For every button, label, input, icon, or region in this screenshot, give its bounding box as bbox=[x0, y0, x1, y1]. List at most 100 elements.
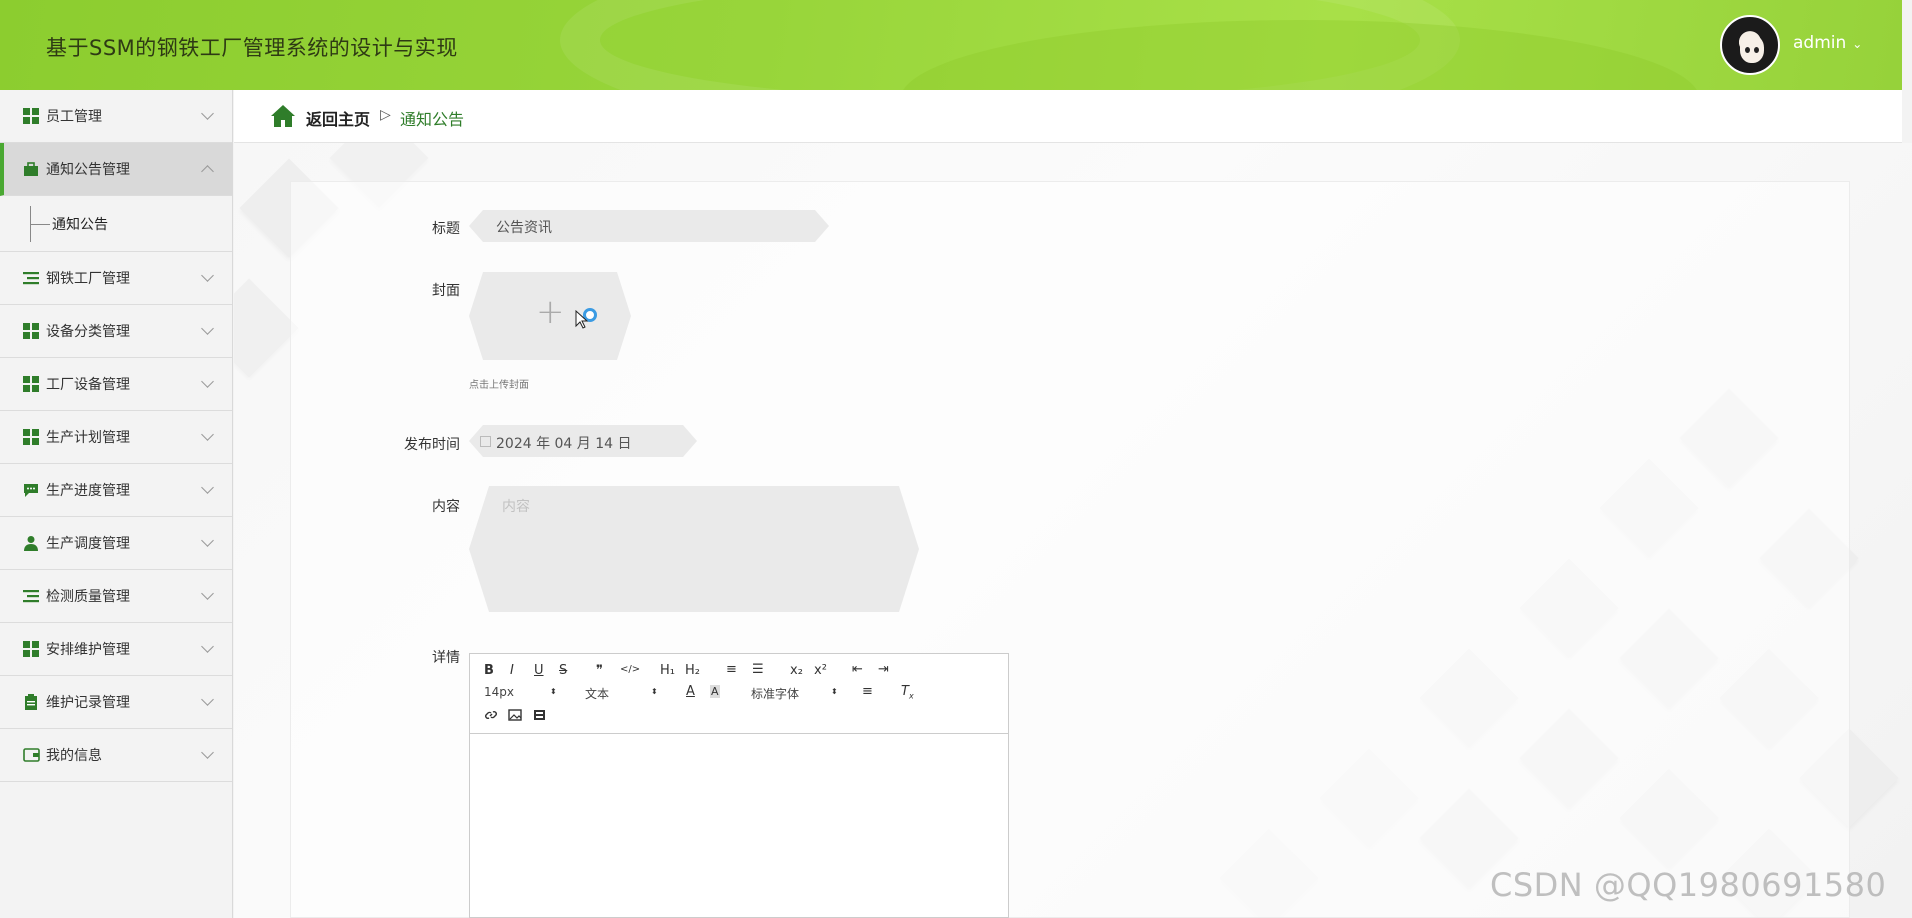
grid-icon bbox=[22, 428, 40, 446]
sidebar-subitem-label: 通知公告 bbox=[52, 216, 108, 233]
wallet-icon bbox=[22, 746, 40, 764]
breadcrumb-home-link[interactable]: 返回主页 bbox=[306, 106, 370, 130]
sidebar-item-label: 员工管理 bbox=[46, 109, 102, 125]
sidebar-item-device-category[interactable]: 设备分类管理 bbox=[0, 305, 232, 358]
indent-button[interactable]: ⇥ bbox=[878, 662, 889, 677]
chevron-down-icon bbox=[201, 481, 214, 494]
font-family-select[interactable]: 标准字体 ⬍ bbox=[751, 685, 838, 702]
chevron-down-icon: ⌄ bbox=[1852, 37, 1863, 51]
bold-button[interactable]: B bbox=[484, 663, 494, 678]
grid-icon bbox=[22, 107, 40, 125]
image-icon[interactable] bbox=[508, 709, 522, 721]
username: admin bbox=[1793, 33, 1847, 53]
chevron-down-icon bbox=[201, 375, 214, 388]
sidebar-item-label: 检测质量管理 bbox=[46, 589, 130, 605]
background-color-icon[interactable]: A bbox=[710, 685, 720, 698]
grid-icon bbox=[22, 375, 40, 393]
chevron-down-icon bbox=[201, 640, 214, 653]
chevron-down-icon bbox=[201, 587, 214, 600]
chat-icon bbox=[22, 481, 40, 499]
cover-label: 封面 bbox=[432, 283, 460, 299]
calendar-icon bbox=[480, 436, 491, 447]
sidebar-item-quality[interactable]: 检测质量管理 bbox=[0, 570, 232, 623]
title-input-value: 公告资讯 bbox=[496, 220, 552, 236]
home-icon[interactable] bbox=[270, 104, 296, 128]
editor-toolbar: B I U S ❞ </> H₁ H₂ ≡ ☰ x₂ x² ⇤ ⇥ 14px ⬍ … bbox=[470, 654, 1008, 734]
chevron-down-icon bbox=[201, 269, 214, 282]
sidebar-item-my-info[interactable]: 我的信息 bbox=[0, 729, 232, 782]
sidebar-item-production-progress[interactable]: 生产进度管理 bbox=[0, 464, 232, 517]
superscript-button[interactable]: x² bbox=[814, 663, 827, 678]
chevron-down-icon bbox=[201, 534, 214, 547]
sidebar-item-label: 通知公告管理 bbox=[46, 162, 130, 178]
sidebar-subitem-notice[interactable]: 通知公告 bbox=[0, 196, 232, 252]
chevron-down-icon bbox=[201, 428, 214, 441]
sidebar-item-production-dispatch[interactable]: 生产调度管理 bbox=[0, 517, 232, 570]
italic-button[interactable]: I bbox=[510, 663, 514, 678]
list-icon bbox=[22, 587, 40, 605]
header-select[interactable]: 文本 ⬍ bbox=[585, 685, 658, 702]
content-placeholder: 内容 bbox=[502, 499, 530, 515]
clear-format-icon[interactable]: Tx bbox=[901, 684, 914, 701]
top-header: 基于SSM的钢铁工厂管理系统的设计与实现 admin ⌄ bbox=[0, 0, 1902, 90]
breadcrumb-separator: ▷ bbox=[380, 107, 391, 123]
align-icon[interactable]: ≡ bbox=[862, 684, 873, 699]
chevron-down-icon bbox=[201, 107, 214, 120]
video-icon[interactable] bbox=[533, 709, 546, 721]
grid-icon bbox=[22, 640, 40, 658]
font-size-select[interactable]: 14px ⬍ bbox=[484, 685, 557, 699]
date-value: 2024 年 04 月 14 日 bbox=[496, 436, 632, 452]
sidebar-item-label: 生产调度管理 bbox=[46, 536, 130, 552]
grid-icon bbox=[22, 322, 40, 340]
subscript-button[interactable]: x₂ bbox=[790, 663, 803, 678]
sidebar-item-factory-device[interactable]: 工厂设备管理 bbox=[0, 358, 232, 411]
watermark: CSDN @QQ1980691580 bbox=[1490, 866, 1887, 904]
outdent-button[interactable]: ⇤ bbox=[852, 662, 863, 677]
app-title: 基于SSM的钢铁工厂管理系统的设计与实现 bbox=[46, 36, 458, 60]
blockquote-button[interactable]: ❞ bbox=[596, 663, 603, 678]
sidebar-item-employee[interactable]: 员工管理 bbox=[0, 90, 232, 143]
plus-icon: + bbox=[536, 292, 565, 332]
ordered-list-button[interactable]: ≡ bbox=[726, 662, 737, 677]
sidebar-item-label: 设备分类管理 bbox=[46, 324, 130, 340]
cursor-icon bbox=[575, 310, 589, 329]
link-icon[interactable] bbox=[484, 708, 498, 722]
user-menu[interactable]: admin ⌄ bbox=[1793, 33, 1862, 53]
chevron-down-icon bbox=[201, 746, 214, 759]
font-color-icon[interactable]: A bbox=[686, 684, 695, 699]
sidebar-item-label: 生产进度管理 bbox=[46, 483, 130, 499]
cover-hint: 点击上传封面 bbox=[469, 380, 529, 391]
sidebar-item-factory[interactable]: 钢铁工厂管理 bbox=[0, 252, 232, 305]
detail-label: 详情 bbox=[432, 650, 460, 666]
code-button[interactable]: </> bbox=[620, 664, 640, 675]
breadcrumb-current: 通知公告 bbox=[400, 110, 465, 129]
title-label: 标题 bbox=[432, 221, 460, 237]
sidebar-item-notice[interactable]: 通知公告管理 bbox=[0, 143, 232, 196]
date-label: 发布时间 bbox=[404, 437, 460, 453]
briefcase-icon bbox=[22, 160, 40, 178]
sidebar-item-label: 维护记录管理 bbox=[46, 695, 130, 711]
avatar[interactable] bbox=[1720, 15, 1780, 75]
chevron-up-icon bbox=[201, 165, 214, 178]
sidebar-item-maintenance-plan[interactable]: 安排维护管理 bbox=[0, 623, 232, 676]
sidebar: 员工管理 通知公告管理 通知公告 钢铁工厂管理 设备分类管理 工厂设备管理 生产… bbox=[0, 90, 233, 918]
strike-button[interactable]: S bbox=[559, 663, 567, 678]
content-textarea[interactable] bbox=[469, 486, 919, 612]
h1-button[interactable]: H₁ bbox=[660, 663, 675, 678]
underline-button[interactable]: U bbox=[534, 663, 544, 678]
sidebar-item-label: 钢铁工厂管理 bbox=[46, 271, 130, 287]
sidebar-item-label: 生产计划管理 bbox=[46, 430, 130, 446]
bullet-list-button[interactable]: ☰ bbox=[752, 662, 764, 677]
user-icon bbox=[22, 534, 40, 552]
content-label: 内容 bbox=[432, 499, 460, 515]
breadcrumb: 返回主页 ▷ 通知公告 bbox=[234, 90, 1902, 143]
chevron-down-icon bbox=[201, 322, 214, 335]
rich-text-editor[interactable]: B I U S ❞ </> H₁ H₂ ≡ ☰ x₂ x² ⇤ ⇥ 14px ⬍ … bbox=[469, 653, 1009, 918]
clipboard-icon bbox=[22, 693, 40, 711]
sidebar-item-label: 工厂设备管理 bbox=[46, 377, 130, 393]
sidebar-item-production-plan[interactable]: 生产计划管理 bbox=[0, 411, 232, 464]
sidebar-item-label: 我的信息 bbox=[46, 748, 102, 764]
h2-button[interactable]: H₂ bbox=[685, 663, 700, 678]
list-icon bbox=[22, 269, 40, 287]
sidebar-item-maintenance-record[interactable]: 维护记录管理 bbox=[0, 676, 232, 729]
